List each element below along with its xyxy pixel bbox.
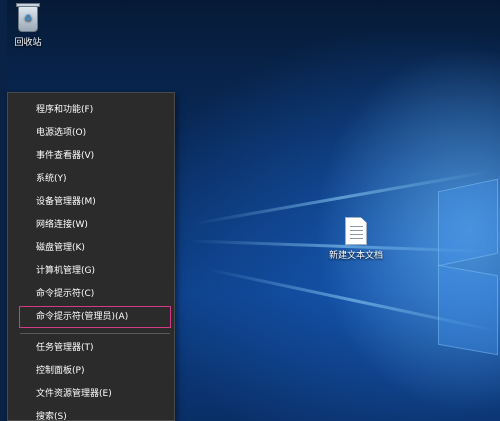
menu-item-event-viewer[interactable]: 事件查看器(V) bbox=[8, 145, 174, 167]
menu-item-network-connections[interactable]: 网络连接(W) bbox=[8, 214, 174, 236]
text-file-shortcut[interactable]: 新建文本文档 bbox=[326, 217, 386, 261]
recycle-bin-shortcut[interactable]: ♻ 回收站 bbox=[6, 2, 50, 48]
recycle-bin-icon: ♻ bbox=[15, 2, 41, 32]
winx-context-menu: 程序和功能(F) 电源选项(O) 事件查看器(V) 系统(Y) 设备管理器(M)… bbox=[7, 92, 175, 421]
wallpaper-pane bbox=[438, 178, 498, 267]
menu-item-disk-management[interactable]: 磁盘管理(K) bbox=[8, 237, 174, 259]
text-file-label: 新建文本文档 bbox=[328, 251, 383, 261]
menu-item-device-manager[interactable]: 设备管理器(M) bbox=[8, 191, 174, 213]
menu-item-task-manager[interactable]: 任务管理器(T) bbox=[8, 337, 174, 359]
left-edge-strip bbox=[0, 0, 7, 421]
menu-item-power-options[interactable]: 电源选项(O) bbox=[8, 122, 174, 144]
wallpaper-pane bbox=[438, 264, 498, 356]
menu-item-file-explorer[interactable]: 文件资源管理器(E) bbox=[8, 383, 174, 405]
menu-item-computer-management[interactable]: 计算机管理(G) bbox=[8, 260, 174, 282]
menu-item-control-panel[interactable]: 控制面板(P) bbox=[8, 360, 174, 382]
text-file-icon bbox=[345, 217, 367, 245]
menu-item-search[interactable]: 搜索(S) bbox=[8, 406, 174, 421]
menu-item-programs-features[interactable]: 程序和功能(F) bbox=[8, 99, 174, 121]
menu-separator bbox=[20, 333, 170, 334]
menu-item-system[interactable]: 系统(Y) bbox=[8, 168, 174, 190]
recycle-bin-label: 回收站 bbox=[14, 38, 42, 48]
menu-item-command-prompt-admin[interactable]: 命令提示符(管理员)(A) bbox=[19, 306, 171, 328]
menu-item-command-prompt[interactable]: 命令提示符(C) bbox=[8, 283, 174, 305]
